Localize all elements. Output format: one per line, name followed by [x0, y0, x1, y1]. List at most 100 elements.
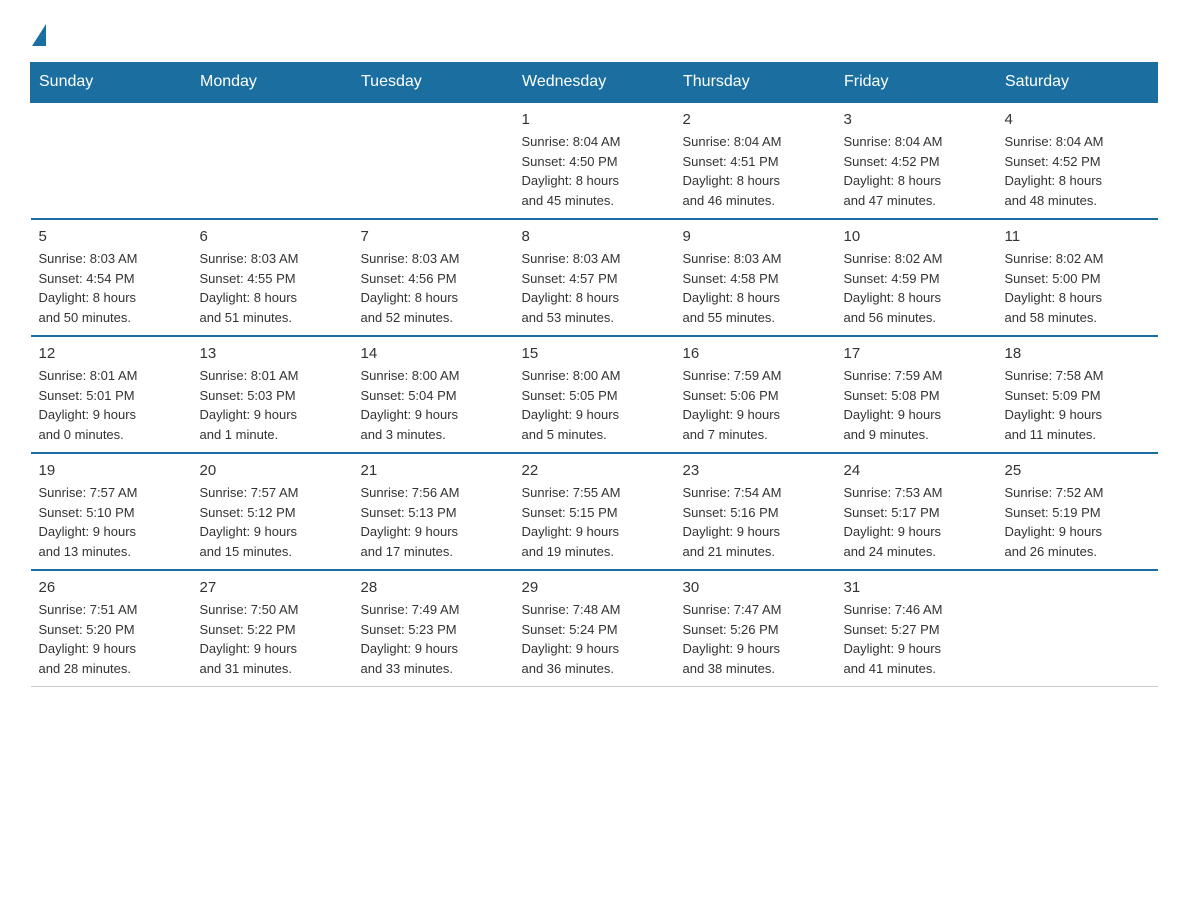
- calendar-table: SundayMondayTuesdayWednesdayThursdayFrid…: [30, 62, 1158, 687]
- calendar-cell: [997, 570, 1158, 687]
- calendar-week-row: 26 Sunrise: 7:51 AMSunset: 5:20 PMDayligh…: [31, 570, 1158, 687]
- calendar-cell: 20 Sunrise: 7:57 AMSunset: 5:12 PMDayligh…: [192, 453, 353, 570]
- page-header: [30, 20, 1158, 46]
- calendar-header-wednesday: Wednesday: [514, 63, 675, 103]
- day-info: Sunrise: 7:53 AMSunset: 5:17 PMDaylight:…: [844, 483, 989, 561]
- day-info: Sunrise: 7:47 AMSunset: 5:26 PMDaylight:…: [683, 600, 828, 678]
- day-number: 12: [39, 345, 184, 362]
- day-number: 26: [39, 579, 184, 596]
- day-info: Sunrise: 7:52 AMSunset: 5:19 PMDaylight:…: [1005, 483, 1150, 561]
- calendar-cell: 18 Sunrise: 7:58 AMSunset: 5:09 PMDayligh…: [997, 336, 1158, 453]
- day-number: 24: [844, 462, 989, 479]
- day-info: Sunrise: 7:50 AMSunset: 5:22 PMDaylight:…: [200, 600, 345, 678]
- day-number: 21: [361, 462, 506, 479]
- calendar-cell: 3 Sunrise: 8:04 AMSunset: 4:52 PMDaylight…: [836, 102, 997, 219]
- day-info: Sunrise: 8:04 AMSunset: 4:50 PMDaylight:…: [522, 132, 667, 210]
- day-info: Sunrise: 7:48 AMSunset: 5:24 PMDaylight:…: [522, 600, 667, 678]
- day-info: Sunrise: 7:59 AMSunset: 5:06 PMDaylight:…: [683, 366, 828, 444]
- calendar-cell: 12 Sunrise: 8:01 AMSunset: 5:01 PMDayligh…: [31, 336, 192, 453]
- calendar-week-row: 1 Sunrise: 8:04 AMSunset: 4:50 PMDaylight…: [31, 102, 1158, 219]
- day-number: 3: [844, 111, 989, 128]
- day-info: Sunrise: 8:03 AMSunset: 4:55 PMDaylight:…: [200, 249, 345, 327]
- day-number: 8: [522, 228, 667, 245]
- day-info: Sunrise: 8:01 AMSunset: 5:03 PMDaylight:…: [200, 366, 345, 444]
- calendar-cell: 11 Sunrise: 8:02 AMSunset: 5:00 PMDayligh…: [997, 219, 1158, 336]
- day-number: 23: [683, 462, 828, 479]
- day-number: 10: [844, 228, 989, 245]
- calendar-cell: 23 Sunrise: 7:54 AMSunset: 5:16 PMDayligh…: [675, 453, 836, 570]
- calendar-cell: 26 Sunrise: 7:51 AMSunset: 5:20 PMDayligh…: [31, 570, 192, 687]
- day-info: Sunrise: 8:01 AMSunset: 5:01 PMDaylight:…: [39, 366, 184, 444]
- calendar-week-row: 12 Sunrise: 8:01 AMSunset: 5:01 PMDayligh…: [31, 336, 1158, 453]
- day-number: 18: [1005, 345, 1150, 362]
- calendar-cell: [31, 102, 192, 219]
- day-info: Sunrise: 7:51 AMSunset: 5:20 PMDaylight:…: [39, 600, 184, 678]
- calendar-cell: 2Sunrise: 8:04 AMSunset: 4:51 PMDaylight…: [675, 102, 836, 219]
- day-number: 7: [361, 228, 506, 245]
- day-number: 4: [1005, 111, 1150, 128]
- calendar-cell: 1 Sunrise: 8:04 AMSunset: 4:50 PMDaylight…: [514, 102, 675, 219]
- calendar-cell: 9 Sunrise: 8:03 AMSunset: 4:58 PMDaylight…: [675, 219, 836, 336]
- day-number: 27: [200, 579, 345, 596]
- day-info: Sunrise: 8:02 AMSunset: 5:00 PMDaylight:…: [1005, 249, 1150, 327]
- day-info: Sunrise: 7:55 AMSunset: 5:15 PMDaylight:…: [522, 483, 667, 561]
- logo: [30, 20, 46, 46]
- day-info: Sunrise: 7:58 AMSunset: 5:09 PMDaylight:…: [1005, 366, 1150, 444]
- day-info: Sunrise: 8:00 AMSunset: 5:05 PMDaylight:…: [522, 366, 667, 444]
- day-info: Sunrise: 7:54 AMSunset: 5:16 PMDaylight:…: [683, 483, 828, 561]
- day-number: 13: [200, 345, 345, 362]
- day-info: Sunrise: 8:04 AMSunset: 4:52 PMDaylight:…: [844, 132, 989, 210]
- calendar-cell: 27 Sunrise: 7:50 AMSunset: 5:22 PMDayligh…: [192, 570, 353, 687]
- calendar-cell: 19 Sunrise: 7:57 AMSunset: 5:10 PMDayligh…: [31, 453, 192, 570]
- calendar-header-thursday: Thursday: [675, 63, 836, 103]
- day-number: 9: [683, 228, 828, 245]
- calendar-header-monday: Monday: [192, 63, 353, 103]
- calendar-header-friday: Friday: [836, 63, 997, 103]
- day-number: 15: [522, 345, 667, 362]
- calendar-cell: 16 Sunrise: 7:59 AMSunset: 5:06 PMDayligh…: [675, 336, 836, 453]
- calendar-cell: 17 Sunrise: 7:59 AMSunset: 5:08 PMDayligh…: [836, 336, 997, 453]
- day-number: 1: [522, 111, 667, 128]
- calendar-cell: 21 Sunrise: 7:56 AMSunset: 5:13 PMDayligh…: [353, 453, 514, 570]
- day-info: Sunrise: 8:04 AMSunset: 4:51 PMDaylight:…: [683, 132, 828, 210]
- day-info: Sunrise: 8:03 AMSunset: 4:54 PMDaylight:…: [39, 249, 184, 327]
- calendar-cell: 28Sunrise: 7:49 AMSunset: 5:23 PMDayligh…: [353, 570, 514, 687]
- calendar-cell: 30 Sunrise: 7:47 AMSunset: 5:26 PMDayligh…: [675, 570, 836, 687]
- day-info: Sunrise: 7:57 AMSunset: 5:12 PMDaylight:…: [200, 483, 345, 561]
- day-number: 20: [200, 462, 345, 479]
- calendar-cell: [353, 102, 514, 219]
- day-info: Sunrise: 8:03 AMSunset: 4:56 PMDaylight:…: [361, 249, 506, 327]
- day-number: 30: [683, 579, 828, 596]
- day-info: Sunrise: 7:59 AMSunset: 5:08 PMDaylight:…: [844, 366, 989, 444]
- day-number: 11: [1005, 228, 1150, 245]
- calendar-cell: 13 Sunrise: 8:01 AMSunset: 5:03 PMDayligh…: [192, 336, 353, 453]
- day-info: Sunrise: 8:04 AMSunset: 4:52 PMDaylight:…: [1005, 132, 1150, 210]
- day-number: 19: [39, 462, 184, 479]
- calendar-cell: 6 Sunrise: 8:03 AMSunset: 4:55 PMDaylight…: [192, 219, 353, 336]
- calendar-cell: 4 Sunrise: 8:04 AMSunset: 4:52 PMDaylight…: [997, 102, 1158, 219]
- calendar-cell: 5Sunrise: 8:03 AMSunset: 4:54 PMDaylight…: [31, 219, 192, 336]
- day-info: Sunrise: 7:56 AMSunset: 5:13 PMDaylight:…: [361, 483, 506, 561]
- calendar-cell: 15 Sunrise: 8:00 AMSunset: 5:05 PMDayligh…: [514, 336, 675, 453]
- day-number: 25: [1005, 462, 1150, 479]
- day-number: 17: [844, 345, 989, 362]
- day-number: 29: [522, 579, 667, 596]
- calendar-cell: 8Sunrise: 8:03 AMSunset: 4:57 PMDaylight…: [514, 219, 675, 336]
- calendar-cell: 14Sunrise: 8:00 AMSunset: 5:04 PMDayligh…: [353, 336, 514, 453]
- calendar-cell: [192, 102, 353, 219]
- day-info: Sunrise: 8:03 AMSunset: 4:58 PMDaylight:…: [683, 249, 828, 327]
- calendar-cell: 7 Sunrise: 8:03 AMSunset: 4:56 PMDaylight…: [353, 219, 514, 336]
- calendar-header-sunday: Sunday: [31, 63, 192, 103]
- calendar-cell: 29 Sunrise: 7:48 AMSunset: 5:24 PMDayligh…: [514, 570, 675, 687]
- day-info: Sunrise: 8:02 AMSunset: 4:59 PMDaylight:…: [844, 249, 989, 327]
- calendar-cell: 25 Sunrise: 7:52 AMSunset: 5:19 PMDayligh…: [997, 453, 1158, 570]
- day-info: Sunrise: 7:49 AMSunset: 5:23 PMDaylight:…: [361, 600, 506, 678]
- day-number: 22: [522, 462, 667, 479]
- logo-triangle-icon: [32, 24, 46, 46]
- day-number: 6: [200, 228, 345, 245]
- calendar-cell: 24 Sunrise: 7:53 AMSunset: 5:17 PMDayligh…: [836, 453, 997, 570]
- day-info: Sunrise: 7:57 AMSunset: 5:10 PMDaylight:…: [39, 483, 184, 561]
- calendar-header-saturday: Saturday: [997, 63, 1158, 103]
- day-number: 16: [683, 345, 828, 362]
- day-number: 14: [361, 345, 506, 362]
